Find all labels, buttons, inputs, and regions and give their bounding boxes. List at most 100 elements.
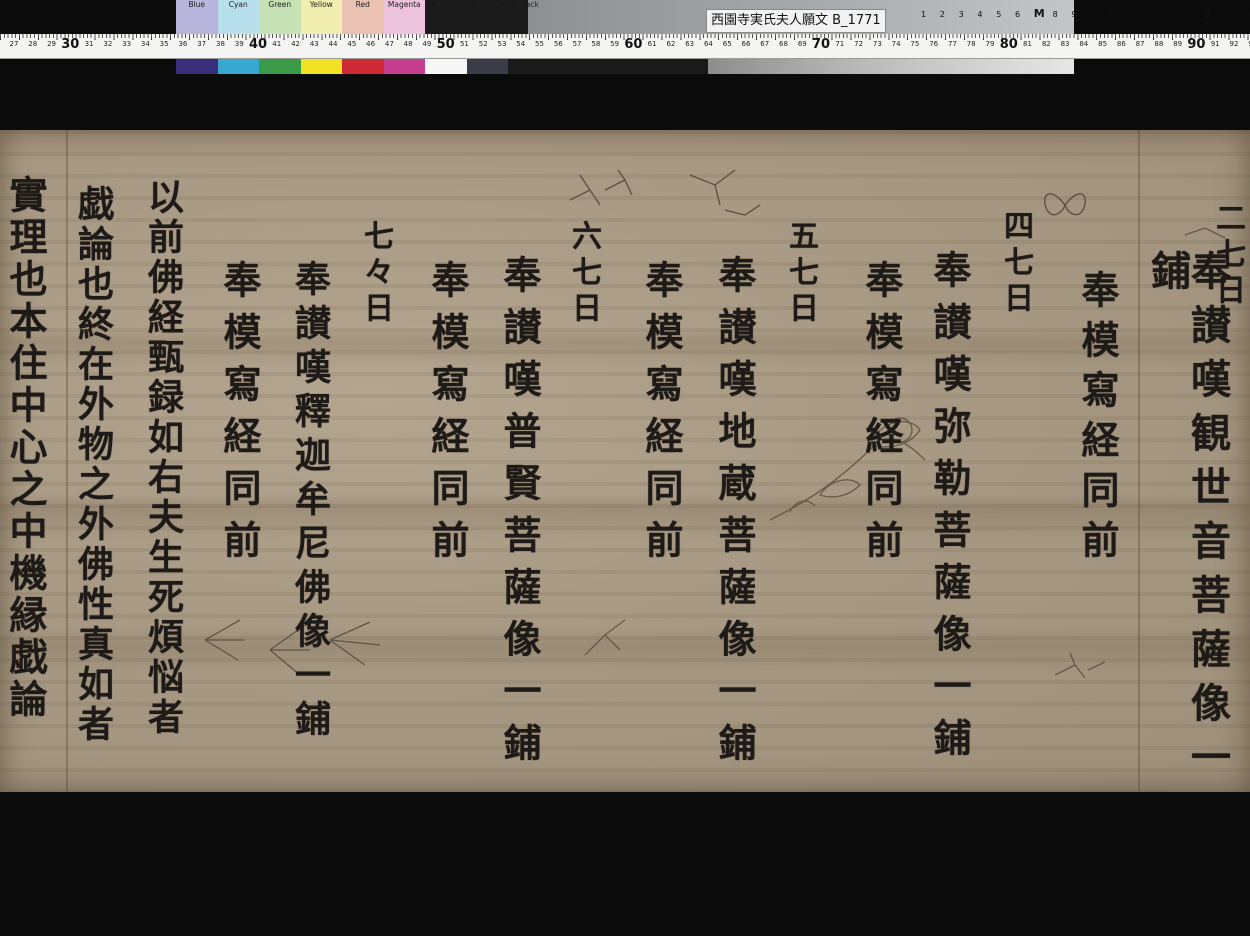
- color-swatch-dark: [466, 58, 508, 74]
- small-ruler-label: 13: [1146, 10, 1157, 19]
- ruler-label: 46: [366, 40, 376, 48]
- small-ruler-label: 1: [921, 10, 927, 19]
- bird-motif-icon: [584, 619, 626, 656]
- ruler-label: 38: [215, 40, 225, 48]
- ruler-label: 31: [84, 40, 94, 48]
- swatch-label: Blue: [188, 0, 206, 9]
- ruler-label: 86: [1116, 40, 1126, 48]
- column-text: 戯論也終在外物之外佛性真如者: [72, 185, 114, 745]
- swatch-row-top: Blue Cyan Green Yellow Red Magenta White 3/Colo…: [176, 0, 550, 34]
- ruler-label: 33: [122, 40, 132, 48]
- ruler-label: 40: [248, 37, 268, 52]
- small-ruler-label: 5: [996, 10, 1002, 19]
- ruler-label: 52: [478, 40, 488, 48]
- color-swatch-dark: [176, 58, 218, 74]
- ruler-label: 37: [197, 40, 207, 48]
- ruler-label: 74: [891, 40, 901, 48]
- color-swatch-white: White: [425, 0, 467, 34]
- small-ruler-label: 6: [1015, 10, 1021, 19]
- swatch-label: White: [434, 0, 457, 9]
- ruler-label: 54: [516, 40, 526, 48]
- ruler-label: 80: [999, 37, 1018, 52]
- paper-seam: [1138, 130, 1140, 792]
- column-text: 奉模寫経同前: [1075, 270, 1120, 570]
- swatch-label: Green: [268, 0, 292, 9]
- small-ruler: 123456M89101112131415B171819: [911, 4, 1250, 26]
- column-text: 以前佛経甄録如右夫生死煩悩者: [142, 178, 184, 738]
- ruler-label: 75: [910, 40, 920, 48]
- small-ruler-label: 12: [1127, 10, 1138, 19]
- manuscript-scroll: 二七日 奉讃嘆観世音菩薩像一鋪 奉模寫経同前 四七日 奉讃嘆弥勒菩薩像一鋪 奉模…: [0, 130, 1250, 792]
- column-text: 奉模寫経同前: [859, 260, 904, 572]
- column-text: 奉模寫経同前: [425, 260, 470, 572]
- small-ruler-label: 14: [1165, 10, 1176, 19]
- color-swatch-dark: [425, 58, 467, 74]
- ruler-label: 50: [436, 37, 455, 52]
- ruler-label: 71: [835, 40, 845, 48]
- color-swatch-dark: [383, 58, 425, 74]
- ruler-label: 48: [403, 40, 413, 48]
- small-ruler-label: 2: [939, 10, 945, 19]
- column-day-heading: 四七日: [998, 210, 1033, 318]
- flower-motif-icon: [769, 417, 926, 521]
- color-swatch-dark: [300, 58, 342, 74]
- ruler-label: 91: [1210, 40, 1220, 48]
- ruler-label: 29: [47, 40, 56, 48]
- color-swatch-dark: [508, 58, 550, 74]
- swatch-label: Yellow: [309, 0, 333, 9]
- ruler-label: 51: [459, 40, 469, 48]
- bird-motif-icon: [1054, 652, 1106, 679]
- ruler-label: 36: [178, 40, 188, 48]
- ruler-label: 87: [1135, 40, 1145, 48]
- swatch-label: Red: [355, 0, 370, 9]
- ruler-label: 39: [234, 40, 244, 48]
- ruler-label: 90: [1187, 37, 1206, 52]
- color-swatch-black: Black: [508, 0, 550, 34]
- ruler-label: 88: [1154, 40, 1164, 48]
- ruler-label: 57: [572, 40, 582, 48]
- ruler-label: 55: [535, 40, 544, 48]
- ruler-label: 28: [28, 40, 38, 48]
- small-ruler-label: 8: [1052, 10, 1058, 19]
- ruler-label: 45: [347, 40, 357, 48]
- ruler-label: 73: [872, 40, 882, 48]
- ruler-label: 77: [947, 40, 957, 48]
- small-ruler-label: B: [1203, 7, 1212, 20]
- color-swatch-3color: 3/Color: [467, 0, 509, 34]
- ruler-label: 84: [1079, 40, 1089, 48]
- color-swatch-dark: [342, 58, 384, 74]
- column-text: 奉模寫経同前: [217, 260, 262, 572]
- color-swatch-red: Red: [342, 0, 384, 34]
- swatch-label: Magenta: [387, 0, 421, 9]
- ruler-label: 69: [797, 40, 807, 48]
- column-text: 實理也本住中心之中機縁戯論: [3, 175, 48, 721]
- color-swatch-blue: Blue: [176, 0, 218, 34]
- swatch-label: Cyan: [228, 0, 248, 9]
- ruler-label: 34: [140, 40, 150, 48]
- ruler-label: 83: [1060, 40, 1070, 48]
- ruler-label: 85: [1098, 40, 1108, 48]
- swatch-label: 3/Color: [473, 0, 501, 9]
- paper-seam: [66, 130, 68, 792]
- column-text: 奉讃嘆釋迦牟尼佛像一鋪: [289, 260, 331, 744]
- ruler-label: 56: [553, 40, 563, 48]
- ruler-label: 47: [384, 40, 394, 48]
- column-text: 奉讃嘆普賢菩薩像一鋪: [497, 255, 542, 775]
- small-ruler-label: 9: [1071, 10, 1077, 19]
- ruler-label: 89: [1173, 40, 1183, 48]
- small-ruler-label: M: [1033, 7, 1045, 20]
- ruler-label: 66: [741, 40, 751, 48]
- ruler-label: 43: [309, 40, 319, 48]
- ruler-label: 44: [328, 40, 338, 48]
- ruler-label: 92: [1229, 40, 1239, 48]
- color-swatch-green: Green: [259, 0, 301, 34]
- column-day-heading: 七々日: [358, 220, 393, 328]
- swatch-label: Black: [518, 0, 539, 9]
- bird-motif-icon: [569, 170, 633, 206]
- ruler-label: 32: [103, 40, 113, 48]
- small-ruler-label: 17: [1221, 10, 1232, 19]
- column-text: 奉讃嘆観世音菩薩像一鋪: [1144, 250, 1231, 790]
- ruler-label: 65: [722, 40, 732, 48]
- small-ruler-label: 4: [977, 10, 983, 19]
- ruler-label: 35: [159, 40, 169, 48]
